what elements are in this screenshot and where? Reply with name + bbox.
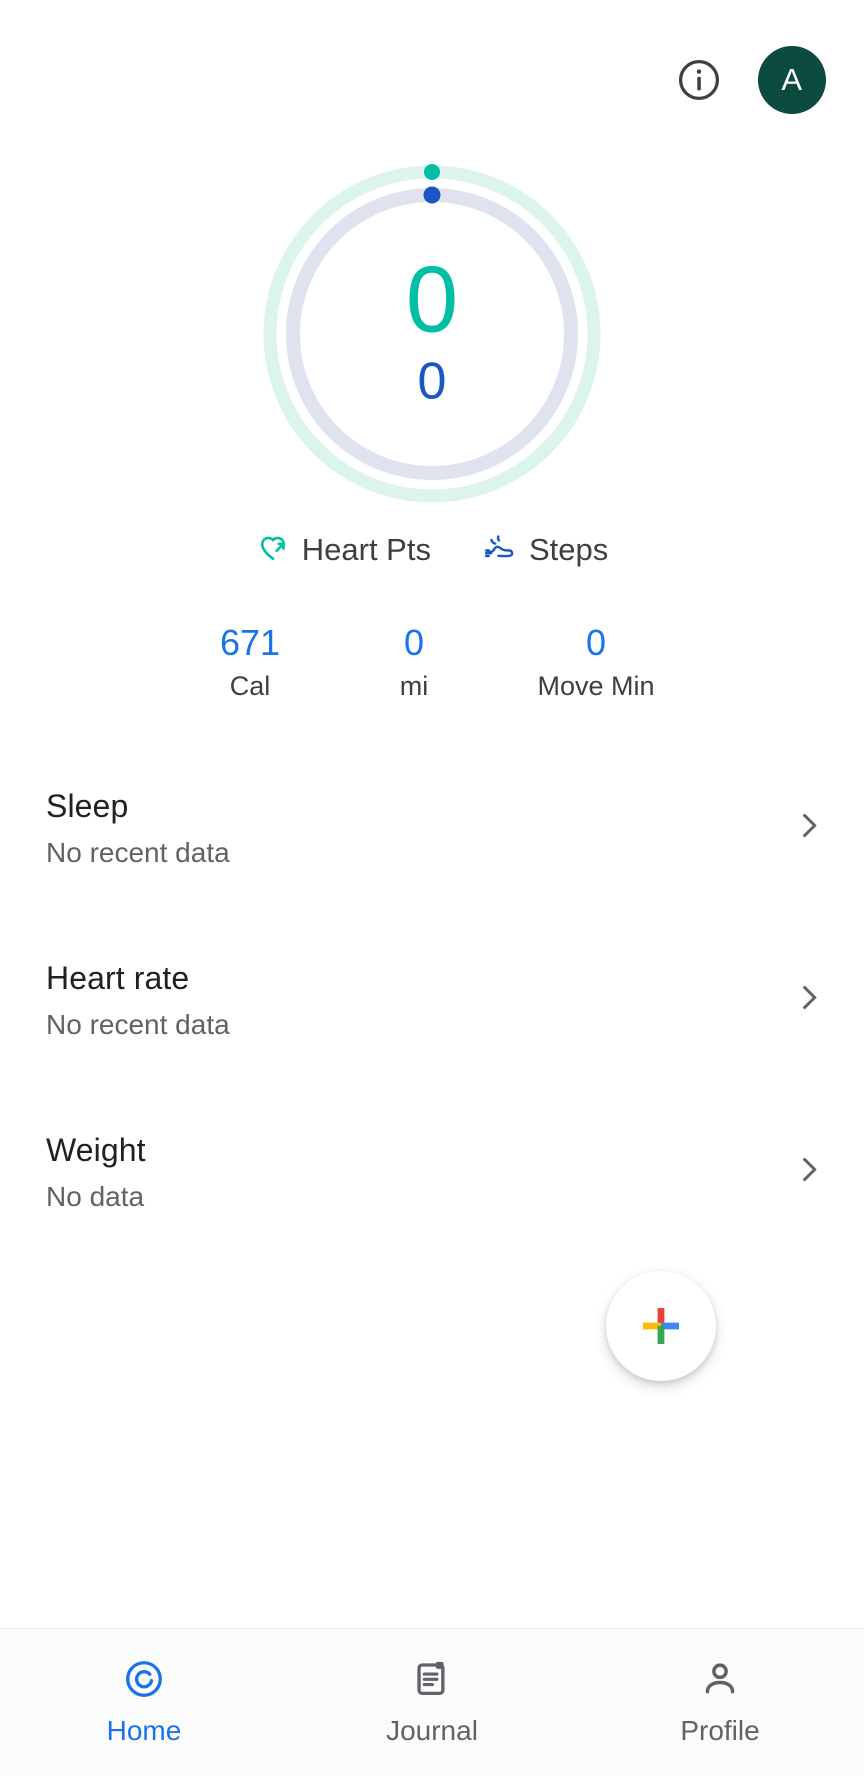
nav-label-journal: Journal <box>386 1715 478 1746</box>
avatar-initial: A <box>781 62 803 97</box>
legend-heart-points-label: Heart Pts <box>301 531 431 567</box>
clipboard-icon <box>411 1658 453 1705</box>
info-icon[interactable] <box>676 57 722 103</box>
heart-rate-title: Heart rate <box>46 959 190 996</box>
sleep-title: Sleep <box>46 787 129 824</box>
list-item-heart-rate[interactable]: Heart rate No recent data <box>0 927 864 1073</box>
legend-steps[interactable]: Steps <box>483 530 608 569</box>
metric-legend: Heart Pts Steps <box>0 530 864 569</box>
steps-progress-dot <box>423 186 441 204</box>
app-screen: A 0 0 Heart Pts Steps 671 Cal 0 mi 0 Mov… <box>0 0 864 1776</box>
activity-rings[interactable]: 0 0 <box>0 148 864 508</box>
steps-shoe-icon <box>483 530 517 569</box>
heart-rate-subtitle: No recent data <box>46 1008 230 1040</box>
stat-distance[interactable]: 0 mi <box>332 622 496 702</box>
list-item-sleep[interactable]: Sleep No recent data <box>0 755 864 901</box>
steps-value: 0 <box>417 352 447 411</box>
nav-item-journal[interactable]: Journal <box>288 1658 576 1747</box>
heart-points-icon <box>256 530 290 569</box>
heart-points-progress-dot <box>424 164 440 180</box>
chevron-right-icon <box>792 809 826 848</box>
nav-item-profile[interactable]: Profile <box>576 1658 864 1747</box>
stat-move-minutes[interactable]: 0 Move Min <box>496 622 696 702</box>
nav-label-profile: Profile <box>680 1715 760 1746</box>
add-activity-fab[interactable] <box>606 1271 716 1381</box>
weight-subtitle: No data <box>46 1180 145 1212</box>
legend-steps-label: Steps <box>528 531 609 567</box>
ring-center-values: 0 0 <box>405 245 459 411</box>
list-item-weight[interactable]: Weight No data <box>0 1099 864 1245</box>
google-plus-add-icon <box>643 1308 679 1344</box>
chevron-right-icon <box>792 981 826 1020</box>
nav-label-home: Home <box>106 1715 182 1746</box>
move-min-value: 0 <box>585 622 607 663</box>
distance-unit: mi <box>399 671 429 702</box>
top-bar: A <box>0 0 864 160</box>
weight-title: Weight <box>46 1131 146 1168</box>
calories-value: 671 <box>219 622 281 663</box>
legend-heart-points[interactable]: Heart Pts <box>256 530 431 569</box>
sleep-subtitle: No recent data <box>46 836 230 868</box>
stat-calories[interactable]: 671 Cal <box>168 622 332 702</box>
person-icon <box>699 1658 741 1705</box>
nav-item-home[interactable]: Home <box>0 1658 288 1747</box>
calories-unit: Cal <box>229 671 271 702</box>
stats-row: 671 Cal 0 mi 0 Move Min <box>0 622 864 702</box>
avatar[interactable]: A <box>758 46 826 114</box>
metric-list: Sleep No recent data Heart rate No recen… <box>0 755 864 1245</box>
heart-points-value: 0 <box>405 245 459 351</box>
bottom-navigation: Home Journal Profile <box>0 1628 864 1776</box>
chevron-right-icon <box>792 1153 826 1192</box>
distance-value: 0 <box>403 622 425 663</box>
move-min-unit: Move Min <box>537 671 655 702</box>
home-ring-icon <box>123 1658 165 1705</box>
